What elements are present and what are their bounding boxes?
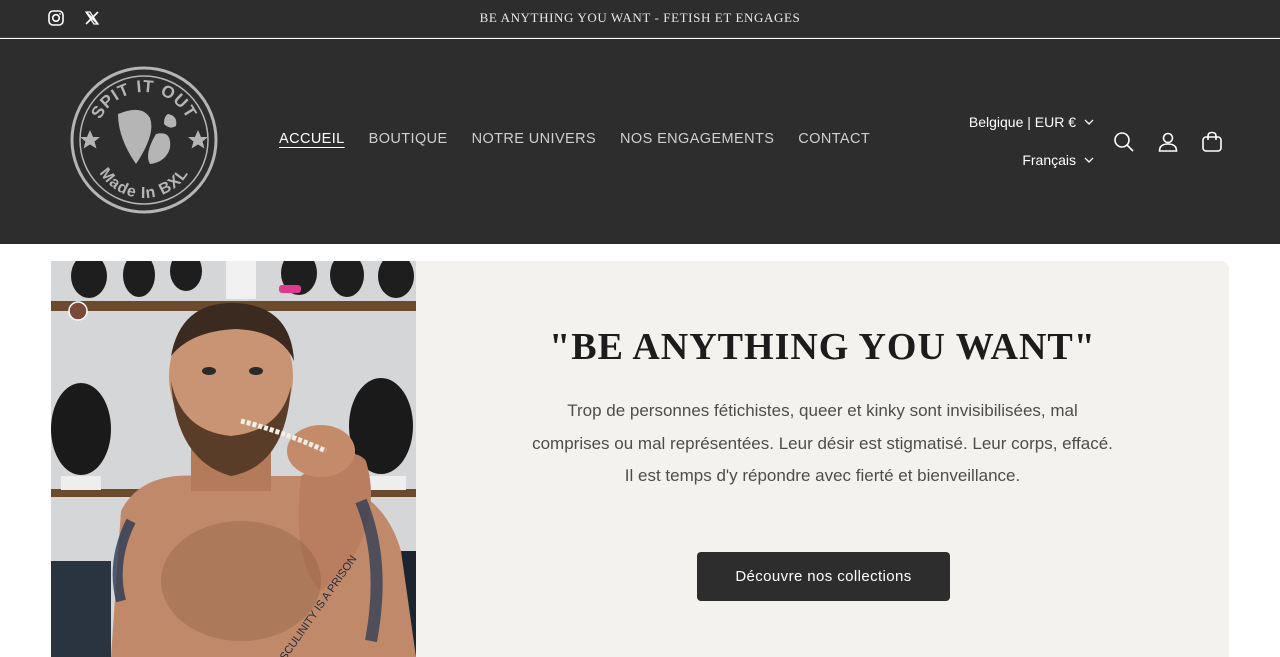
cart-icon[interactable] [1201,131,1223,153]
announcement-bar: BE ANYTHING YOU WANT - FETISH ET ENGAGES [0,0,1280,38]
country-selector[interactable]: Belgique | EUR € [969,114,1094,130]
hero-text: Trop de personnes fétichistes, queer et … [486,395,1159,493]
country-label: Belgique | EUR € [968,114,1076,130]
hero-text-line: comprises ou mal représentées. Leur dési… [532,433,1113,453]
language-selector[interactable]: Français [1022,152,1094,168]
chevron-down-icon [1084,119,1094,125]
discover-collections-button[interactable]: Découvre nos collections [697,552,950,601]
brand-logo[interactable]: SPIT IT OUT Made In BXL [70,66,218,214]
hero-text-line: Il est temps d'y répondre avec fierté et… [624,466,1021,485]
logo-bottom-text: Made In BXL [96,165,191,202]
hero-text-line: Trop de personnes fétichistes, queer et … [567,401,1078,420]
nav-item-notre-univers[interactable]: NOTRE UNIVERS [472,131,596,147]
hero-photo: MASCULINITY IS A PRISON [51,261,416,657]
account-icon[interactable] [1157,131,1179,153]
nav-item-boutique[interactable]: BOUTIQUE [369,131,448,147]
hero-image: MASCULINITY IS A PRISON [51,261,416,657]
logo-star-right [188,130,208,149]
logo-drop-small [164,114,177,128]
nav-item-nos-engagements[interactable]: NOS ENGAGEMENTS [620,131,774,147]
main-nav: ACCUEIL BOUTIQUE NOTRE UNIVERS NOS ENGAG… [279,131,894,147]
chevron-down-icon [1084,157,1094,163]
logo-star-left [80,130,100,149]
nav-item-contact[interactable]: CONTACT [798,131,870,147]
language-label: Français [1022,152,1076,168]
nav-item-accueil[interactable]: ACCUEIL [279,131,345,147]
announcement-text: BE ANYTHING YOU WANT - FETISH ET ENGAGES [479,10,801,25]
site-header: SPIT IT OUT Made In BXL ACCUEIL BOUTIQUE… [0,39,1280,244]
svg-text:Made In BXL: Made In BXL [96,165,192,202]
search-icon[interactable] [1113,131,1135,153]
hero-panel: "BE ANYTHING YOU WANT" Trop de personnes… [416,261,1229,657]
logo-drop-medium [148,133,171,164]
logo-drop-large [118,109,152,164]
hero-title: "BE ANYTHING YOU WANT" [549,326,1096,368]
